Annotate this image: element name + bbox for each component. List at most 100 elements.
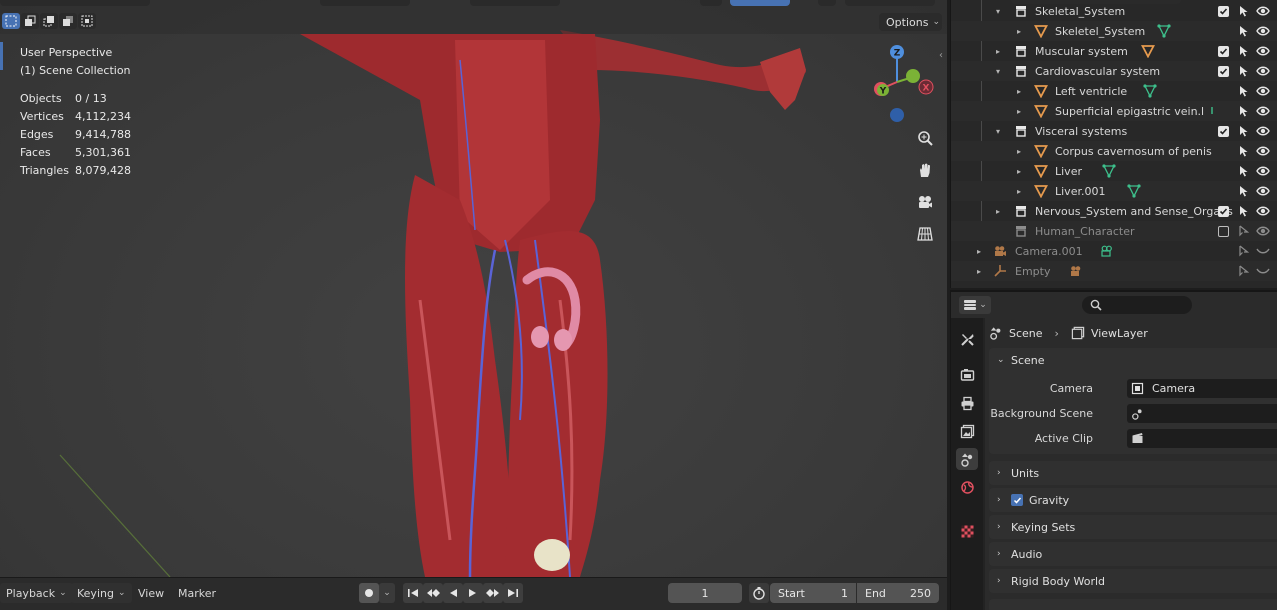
visibility-eye-icon[interactable] bbox=[1256, 145, 1270, 157]
exclude-checkbox[interactable] bbox=[1218, 205, 1229, 217]
jump-end-button[interactable] bbox=[503, 583, 523, 603]
header-widget[interactable] bbox=[0, 0, 150, 6]
gravity-panel[interactable]: › Gravity bbox=[989, 488, 1277, 512]
world-tab[interactable] bbox=[956, 476, 978, 498]
scene-panel-header[interactable]: ⌄ Scene bbox=[989, 348, 1277, 372]
visibility-eye-icon[interactable] bbox=[1256, 5, 1270, 17]
outliner-row[interactable]: ▸ Muscular system bbox=[951, 41, 1277, 61]
selectable-arrow-icon[interactable] bbox=[1238, 265, 1250, 277]
visibility-eye-icon[interactable] bbox=[1256, 65, 1270, 77]
preview-range-toggle[interactable] bbox=[749, 583, 769, 603]
units-panel[interactable]: › Units bbox=[989, 461, 1277, 485]
visibility-eye-icon[interactable] bbox=[1256, 165, 1270, 177]
output-tab[interactable] bbox=[956, 392, 978, 414]
keying-menu[interactable]: Keying ⌄ bbox=[71, 583, 132, 603]
disclosure-triangle-icon[interactable]: ▸ bbox=[1017, 167, 1021, 176]
outliner-row[interactable]: ▾ Cardiovascular system bbox=[951, 61, 1277, 81]
pan-hand-icon[interactable] bbox=[912, 158, 938, 182]
jump-keyframe-forward-button[interactable] bbox=[483, 583, 503, 603]
camera-field[interactable]: Camera bbox=[1127, 378, 1277, 398]
outliner-row[interactable]: ▸ Superficial epigastric vein.l bbox=[951, 101, 1277, 121]
visibility-eye-icon[interactable] bbox=[1256, 105, 1270, 117]
mesh-data-icon[interactable] bbox=[1127, 184, 1141, 198]
header-widget[interactable] bbox=[520, 0, 560, 6]
header-widget[interactable] bbox=[700, 0, 722, 6]
background-scene-field[interactable] bbox=[1127, 403, 1277, 423]
exclude-checkbox[interactable] bbox=[1218, 225, 1229, 237]
selectable-arrow-icon[interactable] bbox=[1238, 165, 1250, 177]
visibility-eye-icon[interactable] bbox=[1256, 125, 1270, 137]
selectable-arrow-icon[interactable] bbox=[1238, 245, 1250, 257]
select-extend-icon[interactable] bbox=[21, 13, 39, 29]
sidebar-toggle-icon[interactable]: ‹ bbox=[939, 50, 943, 61]
play-button[interactable] bbox=[463, 583, 483, 603]
selectable-arrow-icon[interactable] bbox=[1238, 65, 1250, 77]
selectable-arrow-icon[interactable] bbox=[1238, 25, 1250, 37]
jump-start-button[interactable] bbox=[403, 583, 423, 603]
zoom-icon[interactable] bbox=[912, 126, 938, 150]
render-tab[interactable] bbox=[956, 363, 978, 385]
visibility-eye-icon[interactable] bbox=[1256, 25, 1270, 37]
select-invert-icon[interactable] bbox=[59, 13, 77, 29]
select-subtract-icon[interactable] bbox=[40, 13, 58, 29]
visibility-eye-icon[interactable] bbox=[1256, 45, 1270, 57]
outliner-row[interactable]: ▸ Empty bbox=[951, 261, 1277, 281]
disclosure-triangle-icon[interactable]: ▸ bbox=[996, 47, 1000, 56]
marker-menu[interactable]: Marker bbox=[178, 583, 216, 603]
visibility-eye-icon[interactable] bbox=[1256, 245, 1270, 257]
outliner-row[interactable]: ▸ Nervous_System and Sense_Organs bbox=[951, 201, 1277, 221]
disclosure-triangle-icon[interactable]: ▸ bbox=[977, 267, 981, 276]
modifier-icon[interactable] bbox=[1141, 44, 1155, 59]
visibility-eye-icon[interactable] bbox=[1256, 85, 1270, 97]
disclosure-triangle-icon[interactable]: ▾ bbox=[996, 127, 1000, 136]
selectable-arrow-icon[interactable] bbox=[1238, 5, 1250, 17]
start-frame-field[interactable]: Start 1 bbox=[770, 583, 856, 603]
disclosure-triangle-icon[interactable]: ▾ bbox=[996, 67, 1000, 76]
selectable-arrow-icon[interactable] bbox=[1238, 205, 1250, 217]
header-widget[interactable] bbox=[845, 0, 935, 6]
exclude-checkbox[interactable] bbox=[1218, 125, 1229, 137]
select-intersect-icon[interactable] bbox=[78, 13, 96, 29]
selectable-arrow-icon[interactable] bbox=[1238, 225, 1250, 237]
select-new-icon[interactable] bbox=[2, 13, 20, 29]
disclosure-triangle-icon[interactable]: ▸ bbox=[1017, 27, 1021, 36]
disclosure-triangle-icon[interactable]: ▸ bbox=[1017, 147, 1021, 156]
selectable-arrow-icon[interactable] bbox=[1238, 125, 1250, 137]
navigation-gizmo[interactable]: Z X Y bbox=[857, 40, 937, 125]
visibility-eye-icon[interactable] bbox=[1256, 185, 1270, 197]
tool-tab[interactable] bbox=[956, 328, 978, 350]
outliner-row[interactable]: ▸ Skeletel_System bbox=[951, 21, 1277, 41]
3d-viewport[interactable]: Options ⌄ ‹ User Perspective (1) Scene C… bbox=[0, 0, 947, 577]
editor-type-button[interactable]: ⌄ bbox=[959, 296, 991, 314]
disclosure-triangle-icon[interactable]: ▸ bbox=[1017, 87, 1021, 96]
outliner-row[interactable]: ▸ Liver bbox=[951, 161, 1277, 181]
visibility-eye-icon[interactable] bbox=[1256, 225, 1270, 237]
outliner-row[interactable]: ▸ Camera.001 bbox=[951, 241, 1277, 261]
selectable-arrow-icon[interactable] bbox=[1238, 105, 1250, 117]
audio-panel[interactable]: › Audio bbox=[989, 542, 1277, 566]
camera-data-icon[interactable] bbox=[1100, 244, 1114, 258]
rigid-body-world-panel[interactable]: › Rigid Body World bbox=[989, 569, 1277, 593]
selectable-arrow-icon[interactable] bbox=[1238, 185, 1250, 197]
disclosure-triangle-icon[interactable]: ▸ bbox=[1017, 187, 1021, 196]
selectable-arrow-icon[interactable] bbox=[1238, 145, 1250, 157]
scene-tab[interactable] bbox=[956, 448, 978, 470]
record-keyframe-button[interactable] bbox=[359, 583, 379, 603]
exclude-checkbox[interactable] bbox=[1218, 45, 1229, 57]
visibility-eye-icon[interactable] bbox=[1256, 265, 1270, 277]
outliner-row[interactable]: ▸ Left ventricle bbox=[951, 81, 1277, 101]
jump-keyframe-back-button[interactable] bbox=[423, 583, 443, 603]
outliner-row[interactable]: ▸ Corpus cavernosum of penis bbox=[951, 141, 1277, 161]
disclosure-triangle-icon[interactable]: ▾ bbox=[996, 7, 1000, 16]
mesh-data-icon[interactable] bbox=[1143, 84, 1157, 98]
header-widget[interactable] bbox=[320, 0, 410, 6]
texture-tab[interactable] bbox=[956, 520, 978, 542]
auto-keying-dropdown[interactable]: ⌄ bbox=[379, 583, 395, 603]
header-widget[interactable] bbox=[818, 0, 836, 6]
camera-data-icon[interactable] bbox=[1069, 264, 1083, 278]
options-dropdown[interactable]: Options ⌄ bbox=[879, 13, 942, 31]
camera-view-icon[interactable] bbox=[912, 190, 938, 214]
header-widget[interactable] bbox=[730, 0, 790, 6]
mesh-data-icon[interactable] bbox=[1102, 164, 1116, 178]
outliner-row[interactable]: Human_Character bbox=[951, 221, 1277, 241]
